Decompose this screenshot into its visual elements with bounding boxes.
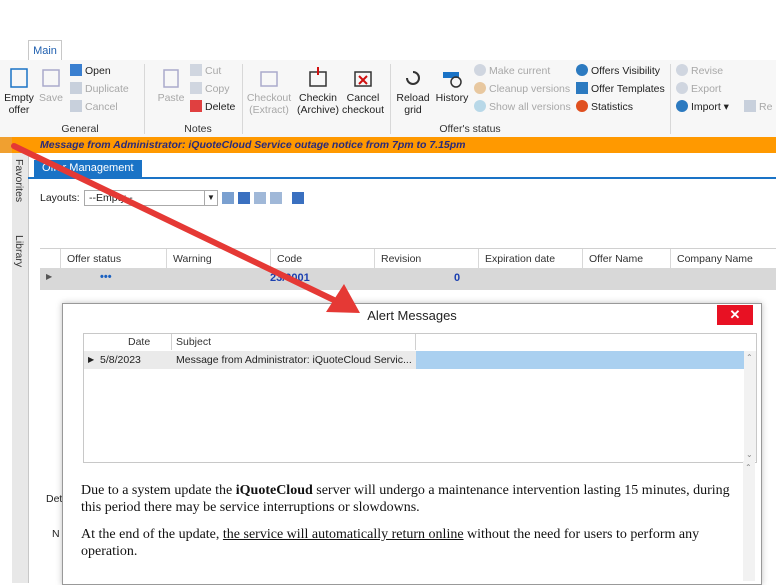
- annotation-arrow-icon: [11, 143, 360, 313]
